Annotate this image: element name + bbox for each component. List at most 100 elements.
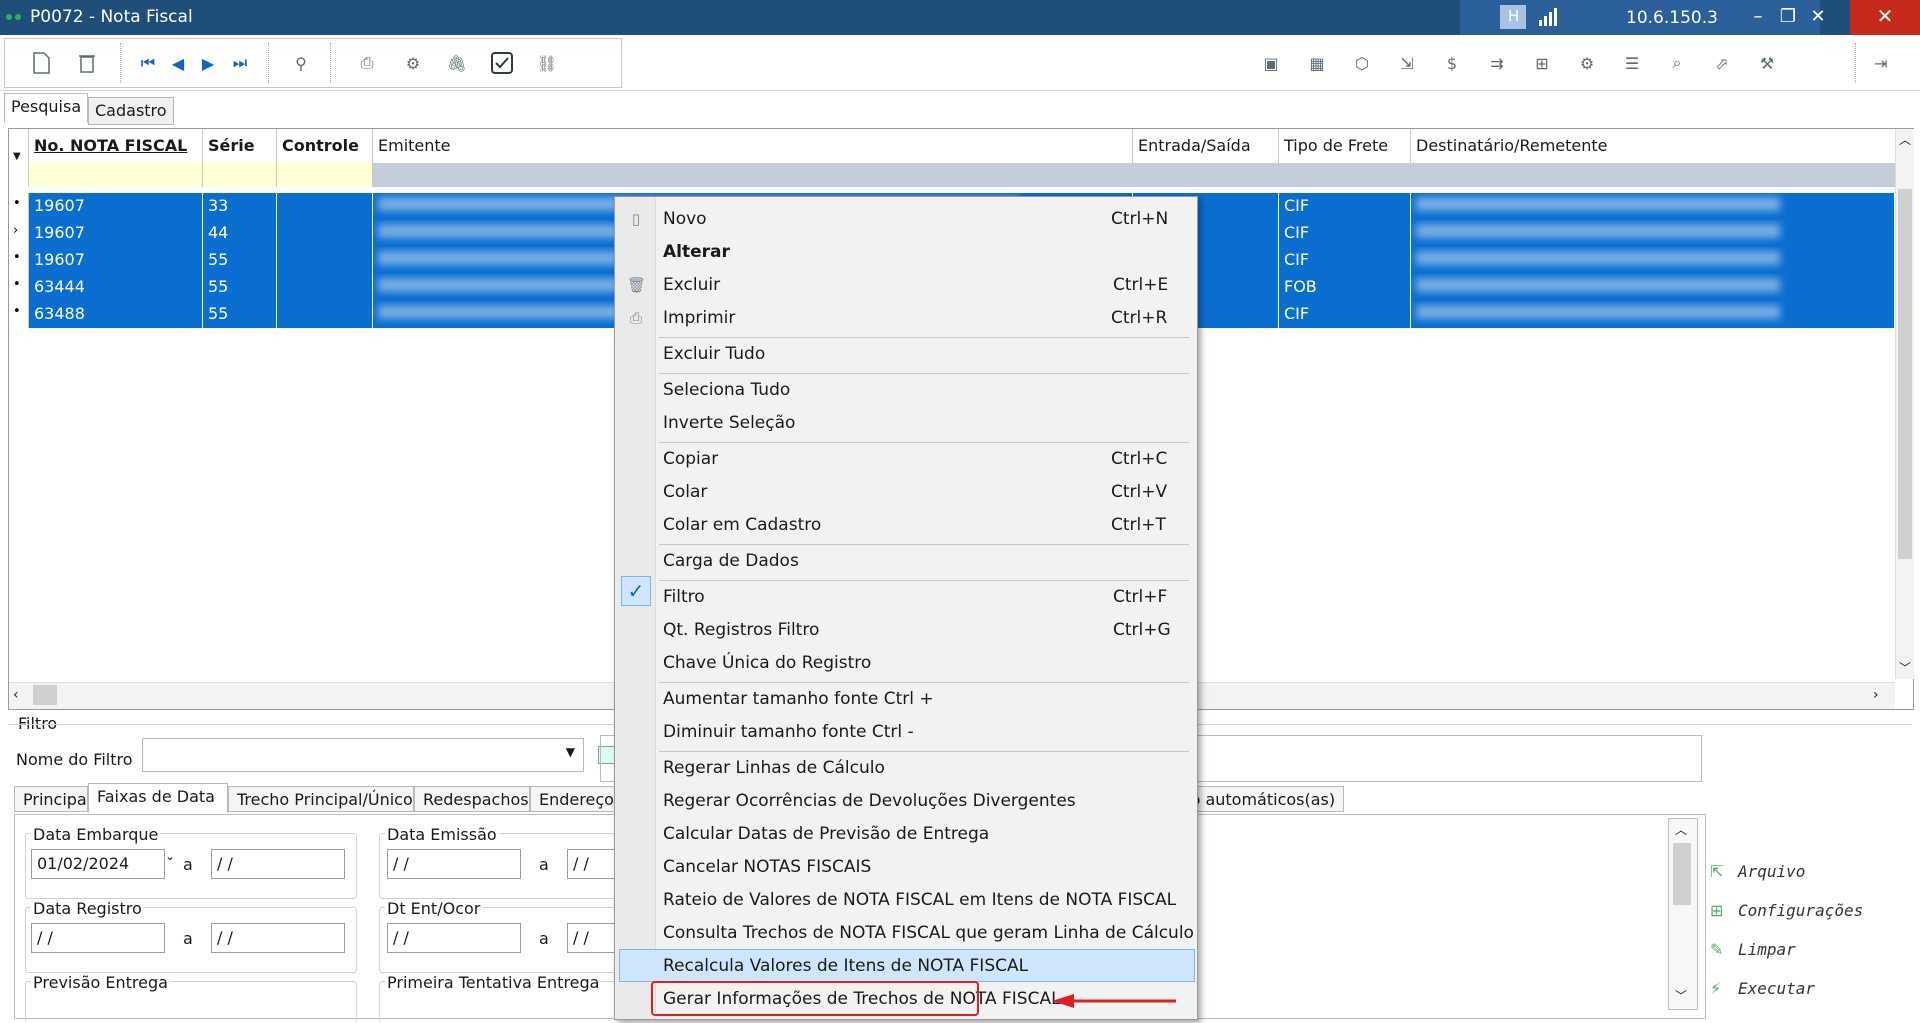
delete-icon[interactable] bbox=[72, 48, 102, 78]
data-embarque-from[interactable]: 01/02/2024 bbox=[31, 849, 165, 879]
executar-button[interactable]: Executar bbox=[1738, 979, 1815, 998]
settings-icon[interactable]: ⚙ bbox=[398, 48, 428, 78]
link-icon[interactable]: ⛓ bbox=[532, 48, 562, 78]
menu-inverte-selecao[interactable]: Inverte Seleção bbox=[663, 413, 795, 437]
filter-cell-controle[interactable] bbox=[277, 163, 373, 187]
scroll-down-icon[interactable]: ﹀ bbox=[1675, 987, 1687, 1004]
header-nota-fiscal[interactable]: No. NOTA FISCAL bbox=[29, 129, 203, 163]
gears-icon[interactable]: ⚙ bbox=[1572, 48, 1602, 78]
transfer-icon[interactable]: ⇉ bbox=[1482, 48, 1512, 78]
tools-icon[interactable]: ⚒ bbox=[1752, 48, 1782, 78]
grid-corner-icon[interactable]: ▼ bbox=[9, 129, 29, 187]
menu-rateio-valores[interactable]: Rateio de Valores de NOTA FISCAL em Iten… bbox=[663, 890, 1176, 914]
scroll-right-icon[interactable]: › bbox=[1873, 687, 1879, 703]
close-window-button[interactable]: ✕ bbox=[1850, 0, 1920, 35]
next-record-icon[interactable]: ▶ bbox=[193, 48, 223, 78]
first-record-icon[interactable]: ⏮ bbox=[133, 48, 163, 78]
report-truck-icon[interactable]: ▣ bbox=[1256, 48, 1286, 78]
header-tipo-frete[interactable]: Tipo de Frete bbox=[1279, 129, 1411, 163]
scroll-up-icon[interactable]: ︿ bbox=[1675, 821, 1687, 838]
arquivo-button[interactable]: Arquivo bbox=[1738, 862, 1805, 881]
header-entrada-saida[interactable]: Entrada/Saída bbox=[1133, 129, 1279, 163]
list-doc-icon[interactable]: ☰ bbox=[1617, 48, 1647, 78]
menu-imprimir[interactable]: Imprimir bbox=[663, 308, 735, 332]
menu-colar-cadastro[interactable]: Colar em Cadastro bbox=[663, 515, 821, 539]
doc-export-icon[interactable]: ⬀ bbox=[1707, 48, 1737, 78]
minimize-icon[interactable]: – bbox=[1745, 4, 1771, 30]
menu-copiar[interactable]: Copiar bbox=[663, 449, 718, 473]
cell-tipo-frete: CIF bbox=[1279, 247, 1411, 274]
filter-cell-nf[interactable] bbox=[29, 163, 203, 187]
money-doc-icon[interactable]: $ bbox=[1437, 48, 1467, 78]
search-record-icon[interactable]: ⚲ bbox=[286, 48, 316, 78]
confirm-icon[interactable] bbox=[487, 48, 517, 78]
menu-filtro[interactable]: Filtro bbox=[663, 587, 705, 611]
menu-alterar[interactable]: Alterar bbox=[663, 242, 730, 266]
exit-icon[interactable]: ⇥ bbox=[1866, 48, 1896, 78]
menu-seleciona-tudo[interactable]: Seleciona Tudo bbox=[663, 380, 790, 404]
menu-novo[interactable]: Novo bbox=[663, 209, 707, 233]
tab-pesquisa[interactable]: Pesquisa bbox=[4, 93, 89, 123]
filter-cell-serie[interactable] bbox=[203, 163, 277, 187]
header-emitente[interactable]: Emitente bbox=[373, 129, 1133, 163]
header-controle[interactable]: Controle bbox=[277, 129, 373, 163]
calc-icon[interactable]: ▦ bbox=[1302, 48, 1332, 78]
dt-ent-from[interactable]: / / bbox=[387, 923, 521, 953]
data-registro-to[interactable]: / / bbox=[211, 923, 345, 953]
scroll-down-icon[interactable]: ﹀ bbox=[1899, 659, 1911, 676]
attachment-icon[interactable]: 🖇 bbox=[442, 48, 472, 78]
scroll-left-icon[interactable]: ‹ bbox=[13, 687, 19, 703]
last-record-icon[interactable]: ⏭ bbox=[225, 48, 255, 78]
menu-chave-unica[interactable]: Chave Única do Registro bbox=[663, 653, 871, 677]
menu-recalcula-valores[interactable]: Recalcula Valores de Itens de NOTA FISCA… bbox=[663, 956, 1028, 980]
tab-principal[interactable]: Principal bbox=[14, 786, 91, 812]
previous-record-icon[interactable]: ◀ bbox=[163, 48, 193, 78]
menu-calcular-datas[interactable]: Calcular Datas de Previsão de Entrega bbox=[663, 824, 989, 848]
menu-regerar-ocorrencias[interactable]: Regerar Ocorrências de Devoluções Diverg… bbox=[663, 791, 1076, 815]
menu-diminuir-fonte[interactable]: Diminuir tamanho fonte Ctrl - bbox=[663, 722, 914, 746]
row-indicator-icon: • bbox=[9, 301, 29, 328]
nome-filtro-select[interactable]: ▼ bbox=[142, 738, 584, 772]
scroll-thumb-h[interactable] bbox=[33, 685, 57, 705]
print-icon[interactable]: ⎙ bbox=[352, 48, 382, 78]
new-icon[interactable] bbox=[26, 48, 56, 78]
scroll-up-icon[interactable]: ︿ bbox=[1899, 131, 1911, 148]
data-emissao-from[interactable]: / / bbox=[387, 849, 521, 879]
cell-tipo-frete: FOB bbox=[1279, 274, 1411, 301]
data-registro-from[interactable]: / / bbox=[31, 923, 165, 953]
tab-calculo-automaticos[interactable]: ulo automáticos(as) bbox=[1174, 786, 1344, 812]
header-serie[interactable]: Série bbox=[203, 129, 277, 163]
tree-icon[interactable]: ⊞ bbox=[1527, 48, 1557, 78]
data-embarque-to[interactable]: / / bbox=[211, 849, 345, 879]
doc-search-icon[interactable]: ⌕ bbox=[1662, 48, 1692, 78]
menu-regerar-linhas[interactable]: Regerar Linhas de Cálculo bbox=[663, 758, 885, 782]
cell-nota-fiscal: 63444 bbox=[29, 274, 203, 301]
limpar-button[interactable]: Limpar bbox=[1738, 940, 1796, 959]
menu-qt-registros[interactable]: Qt. Registros Filtro bbox=[663, 620, 819, 644]
menu-aumentar-fonte[interactable]: Aumentar tamanho fonte Ctrl + bbox=[663, 689, 934, 713]
close-connection-icon[interactable]: ✕ bbox=[1805, 4, 1831, 30]
import-icon[interactable]: ⇲ bbox=[1392, 48, 1422, 78]
tab-redespachos[interactable]: Redespachos bbox=[414, 786, 530, 812]
menu-excluir[interactable]: Excluir bbox=[663, 275, 720, 299]
menu-cancelar-notas[interactable]: Cancelar NOTAS FISCAIS bbox=[663, 857, 871, 881]
scroll-thumb[interactable] bbox=[1898, 189, 1912, 559]
limpar-icon: ✎ bbox=[1710, 940, 1724, 959]
restore-icon[interactable]: ❐ bbox=[1775, 4, 1801, 30]
chevron-down-icon[interactable]: ⌄ bbox=[165, 849, 175, 863]
menu-excluir-tudo[interactable]: Excluir Tudo bbox=[663, 344, 765, 368]
package-icon[interactable]: ⬡ bbox=[1347, 48, 1377, 78]
menu-consulta-trechos[interactable]: Consulta Trechos de NOTA FISCAL que gera… bbox=[663, 923, 1194, 947]
filter-row[interactable] bbox=[373, 163, 1895, 187]
panel-scrollbar[interactable]: ︿ ﹀ bbox=[1668, 818, 1698, 1010]
tab-trecho-principal[interactable]: Trecho Principal/Único bbox=[228, 786, 414, 812]
scroll-thumb[interactable] bbox=[1673, 843, 1691, 905]
tab-cadastro[interactable]: Cadastro bbox=[88, 97, 174, 125]
tab-faixas-data[interactable]: Faixas de Data bbox=[88, 783, 228, 813]
vertical-scrollbar[interactable]: ︿ ﹀ bbox=[1895, 129, 1914, 679]
menu-colar[interactable]: Colar bbox=[663, 482, 707, 506]
status-dot-icon bbox=[15, 14, 21, 20]
menu-carga-dados[interactable]: Carga de Dados bbox=[663, 551, 799, 575]
configuracoes-button[interactable]: Configurações bbox=[1738, 901, 1863, 920]
header-destinatario[interactable]: Destinatário/Remetente bbox=[1411, 129, 1895, 163]
